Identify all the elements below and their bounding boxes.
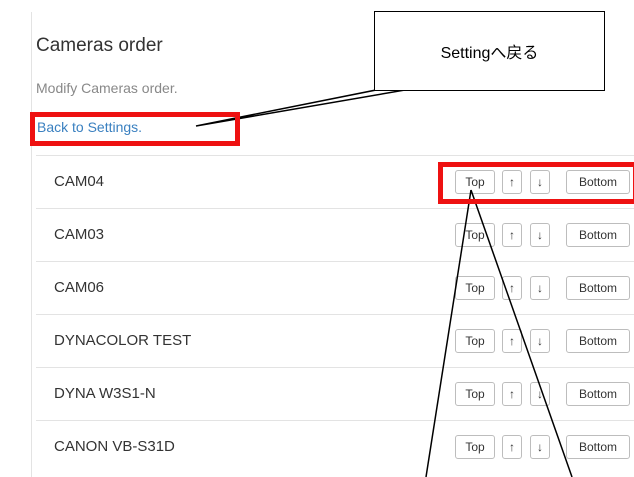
order-button-group: Top ↑ ↓ Bottom <box>455 382 634 406</box>
move-down-button[interactable]: ↓ <box>530 276 550 300</box>
content-left-border <box>31 12 32 477</box>
move-down-button[interactable]: ↓ <box>530 329 550 353</box>
highlight-order-buttons <box>438 162 634 204</box>
page-title: Cameras order <box>36 35 163 56</box>
camera-row: CAM06 Top ↑ ↓ Bottom <box>36 261 634 314</box>
camera-row: CANON VB-S31D Top ↑ ↓ Bottom <box>36 420 634 473</box>
order-button-group: Top ↑ ↓ Bottom <box>455 435 634 459</box>
order-button-group: Top ↑ ↓ Bottom <box>455 223 634 247</box>
camera-row: DYNA W3S1-N Top ↑ ↓ Bottom <box>36 367 634 420</box>
move-bottom-button[interactable]: Bottom <box>566 276 630 300</box>
move-top-button[interactable]: Top <box>455 223 495 247</box>
order-button-group: Top ↑ ↓ Bottom <box>455 276 634 300</box>
move-up-button[interactable]: ↑ <box>502 329 522 353</box>
callout-text: Settingへ戻る <box>440 45 539 62</box>
order-button-group: Top ↑ ↓ Bottom <box>455 329 634 353</box>
move-up-button[interactable]: ↑ <box>502 382 522 406</box>
move-up-button[interactable]: ↑ <box>502 435 522 459</box>
camera-row: CAM03 Top ↑ ↓ Bottom <box>36 208 634 261</box>
camera-row: DYNACOLOR TEST Top ↑ ↓ Bottom <box>36 314 634 367</box>
camera-name: CANON VB-S31D <box>54 438 175 455</box>
move-down-button[interactable]: ↓ <box>530 382 550 406</box>
camera-name: CAM03 <box>54 226 105 243</box>
move-top-button[interactable]: Top <box>455 382 495 406</box>
move-bottom-button[interactable]: Bottom <box>566 382 630 406</box>
move-down-button[interactable]: ↓ <box>530 223 550 247</box>
camera-name: CAM04 <box>54 173 105 190</box>
move-up-button[interactable]: ↑ <box>502 223 522 247</box>
move-down-button[interactable]: ↓ <box>530 435 550 459</box>
camera-name: DYNACOLOR TEST <box>54 332 192 349</box>
move-bottom-button[interactable]: Bottom <box>566 329 630 353</box>
move-top-button[interactable]: Top <box>455 435 495 459</box>
annotation-callout: Settingへ戻る <box>374 11 605 91</box>
move-bottom-button[interactable]: Bottom <box>566 435 630 459</box>
highlight-back-link <box>30 112 240 146</box>
move-up-button[interactable]: ↑ <box>502 276 522 300</box>
move-bottom-button[interactable]: Bottom <box>566 223 630 247</box>
move-top-button[interactable]: Top <box>455 276 495 300</box>
move-top-button[interactable]: Top <box>455 329 495 353</box>
page-subtitle: Modify Cameras order. <box>36 80 178 96</box>
camera-name: CAM06 <box>54 279 105 296</box>
camera-name: DYNA W3S1-N <box>54 385 156 402</box>
